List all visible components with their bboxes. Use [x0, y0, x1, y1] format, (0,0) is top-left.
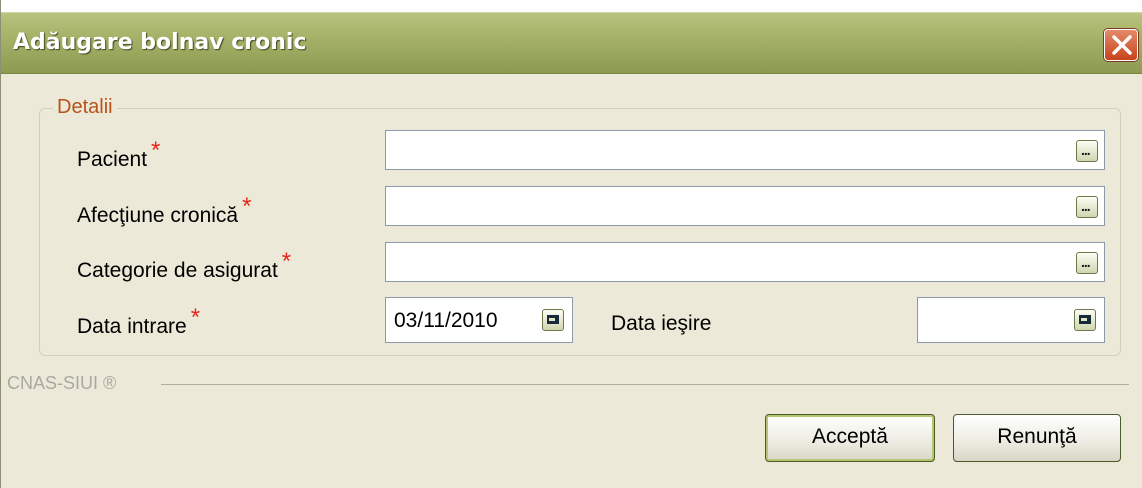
footer-divider: [161, 384, 1129, 385]
pacient-label-text: Pacient: [77, 148, 148, 171]
data-intrare-field[interactable]: 03/11/2010: [385, 297, 573, 343]
accept-button[interactable]: Acceptă: [765, 414, 935, 462]
cancel-button[interactable]: Renunţă: [953, 414, 1121, 462]
close-icon: [1112, 35, 1132, 55]
data-intrare-label-text: Data intrare: [77, 315, 187, 338]
required-marker: *: [281, 248, 292, 275]
screen-strip: [1, 0, 1142, 12]
footer-brand: CNAS-SIUI ®: [7, 373, 127, 394]
required-marker: *: [190, 304, 201, 331]
categorie-label-text: Categorie de asigurat: [77, 259, 278, 282]
data-iesire-label: Data ieşire: [611, 312, 712, 335]
data-iesire-field[interactable]: [917, 297, 1105, 343]
close-button[interactable]: [1104, 29, 1138, 61]
window-title: Adăugare bolnav cronic: [13, 30, 307, 55]
required-marker: *: [151, 137, 161, 164]
afectiune-field[interactable]: ...: [385, 186, 1105, 226]
data-iesire-calendar-button[interactable]: [1074, 309, 1096, 331]
details-legend: Detalii: [53, 96, 117, 119]
dialog-window: Adăugare bolnav cronic Detalii Pacient * …: [0, 0, 1142, 488]
ellipsis-icon: ...: [1081, 142, 1091, 158]
pacient-browse-button[interactable]: ...: [1076, 140, 1098, 162]
afectiune-label: Afecţiune cronică *: [77, 193, 251, 229]
categorie-label: Categorie de asigurat *: [77, 248, 291, 284]
title-bar[interactable]: Adăugare bolnav cronic: [1, 12, 1142, 74]
ellipsis-icon: ...: [1081, 254, 1091, 270]
categorie-browse-button[interactable]: ...: [1076, 252, 1098, 274]
pacient-label: Pacient *: [77, 137, 160, 173]
required-marker: *: [242, 193, 252, 220]
categorie-field[interactable]: ...: [385, 242, 1105, 282]
data-intrare-calendar-button[interactable]: [542, 309, 564, 331]
afectiune-browse-button[interactable]: ...: [1076, 196, 1098, 218]
afectiune-label-text: Afecţiune cronică: [77, 204, 239, 227]
calendar-icon: [1079, 315, 1091, 324]
calendar-icon: [547, 315, 559, 324]
data-intrare-value[interactable]: 03/11/2010: [394, 309, 498, 333]
pacient-field[interactable]: ...: [385, 130, 1105, 170]
data-intrare-label: Data intrare *: [77, 304, 200, 340]
ellipsis-icon: ...: [1081, 198, 1091, 214]
